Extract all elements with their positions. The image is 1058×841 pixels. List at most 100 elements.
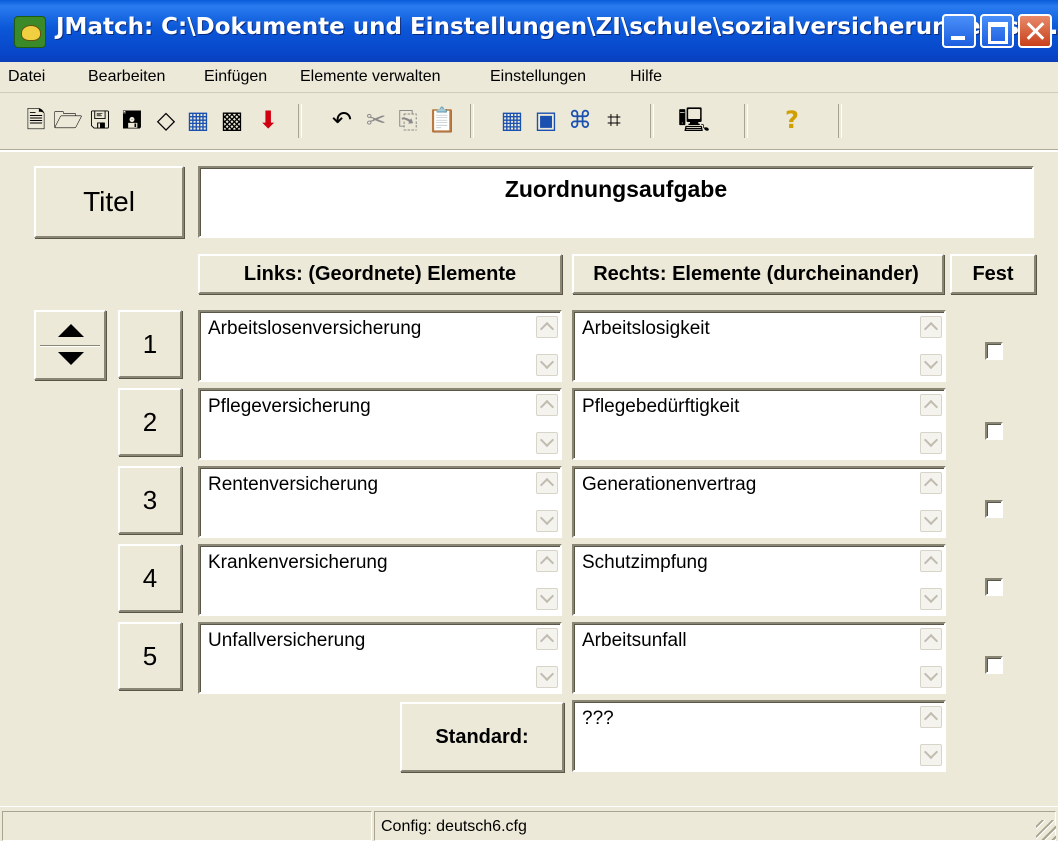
menu-bearbeiten[interactable]: Bearbeiten [88,68,165,86]
scroll-up-icon[interactable] [920,472,942,494]
new-file-icon[interactable]: 🗎 [20,104,52,136]
vertical-scrollbar[interactable] [536,626,558,690]
right-element-3[interactable]: Generationenvertrag [572,466,946,538]
fixed-checkbox-1[interactable] [985,342,1003,360]
scroll-down-icon[interactable] [920,744,942,766]
cut-icon[interactable]: ✂ [360,104,392,136]
right-element-text: Arbeitslosigkeit [582,318,710,339]
left-element-text: Krankenversicherung [208,552,388,573]
scroll-down-icon[interactable] [536,588,558,610]
title-label-button[interactable]: Titel [34,166,184,238]
left-element-5[interactable]: Unfallversicherung [198,622,562,694]
crossword-icon[interactable]: ▦ [496,104,528,136]
maximize-button[interactable] [980,14,1014,48]
link-icon[interactable]: ⌘ [564,104,596,136]
save-icon[interactable]: 🖫 [84,104,116,136]
scroll-down-icon[interactable] [536,510,558,532]
title-bar[interactable]: JMatch: C:\Dokumente und Einstellungen\Z… [0,0,1058,62]
export-web-alt-icon[interactable]: ▩ [216,104,248,136]
vertical-scrollbar[interactable] [920,626,942,690]
scroll-down-icon[interactable] [920,354,942,376]
paste-icon[interactable]: 📋 [426,104,458,136]
row-scroll-buttons [34,310,106,380]
vertical-scrollbar[interactable] [536,314,558,378]
vertical-scrollbar[interactable] [536,470,558,534]
vertical-scrollbar[interactable] [536,548,558,612]
fixed-checkbox-2[interactable] [985,422,1003,440]
toolbar-separator [838,104,842,138]
link-alt-icon[interactable]: ⌗ [598,104,630,136]
scroll-down-icon[interactable] [920,666,942,688]
scroll-up-icon[interactable] [920,550,942,572]
close-button[interactable] [1018,14,1052,48]
resize-grip-icon[interactable] [1036,820,1056,840]
row-number-3[interactable]: 3 [118,466,182,534]
row-number-4[interactable]: 4 [118,544,182,612]
export-web-icon[interactable]: ▦ [182,104,214,136]
undo-icon[interactable]: ↶ [326,104,358,136]
scroll-up-icon[interactable] [536,628,558,650]
left-element-text: Rentenversicherung [208,474,379,495]
right-element-5[interactable]: Arbeitsunfall [572,622,946,694]
right-element-4[interactable]: Schutzimpfung [572,544,946,616]
left-element-4[interactable]: Krankenversicherung [198,544,562,616]
help-icon[interactable]: ? [776,104,808,136]
save-as-icon[interactable]: 🖪 [116,104,148,136]
move-up-icon[interactable] [58,324,84,337]
menu-datei[interactable]: Datei [8,68,45,86]
jmatch-window: JMatch: C:\Dokumente und Einstellungen\Z… [0,0,1058,841]
menu-elemente-verwalten[interactable]: Elemente verwalten [300,68,441,86]
vertical-scrollbar[interactable] [920,704,942,768]
right-element-1[interactable]: Arbeitslosigkeit [572,310,946,382]
scroll-up-icon[interactable] [920,628,942,650]
row-number-5[interactable]: 5 [118,622,182,690]
scroll-up-icon[interactable] [536,472,558,494]
fixed-checkbox-3[interactable] [985,500,1003,518]
fixed-checkbox-5[interactable] [985,656,1003,674]
toolbar-separator [298,104,302,138]
scroll-up-icon[interactable] [920,316,942,338]
scroll-up-icon[interactable] [920,706,942,728]
scroll-down-icon[interactable] [920,432,942,454]
fixed-checkbox-4[interactable] [985,578,1003,596]
default-distractor-field[interactable]: ??? [572,700,946,772]
menu-hilfe[interactable]: Hilfe [630,68,662,86]
vertical-scrollbar[interactable] [920,314,942,378]
scroll-down-icon[interactable] [536,666,558,688]
scroll-down-icon[interactable] [920,588,942,610]
scroll-divider [40,345,100,347]
default-distractor-text: ??? [582,708,614,729]
scroll-up-icon[interactable] [536,394,558,416]
row-number-1[interactable]: 1 [118,310,182,378]
app-icon[interactable] [14,16,46,48]
vertical-scrollbar[interactable] [920,548,942,612]
right-element-text: Pflegebedürftigkeit [582,396,740,417]
scroll-down-icon[interactable] [920,510,942,532]
left-element-3[interactable]: Rentenversicherung [198,466,562,538]
scroll-down-icon[interactable] [536,354,558,376]
move-down-icon[interactable] [58,352,84,365]
row-number-2[interactable]: 2 [118,388,182,456]
minimize-button[interactable] [942,14,976,48]
vertical-scrollbar[interactable] [920,470,942,534]
default-label-button[interactable]: Standard: [400,702,564,772]
vertical-scrollbar[interactable] [536,392,558,456]
toolbar: 🗎 🗁 🖫 🖪 ◇ ▦ ▩ ⬇ ↶ ✂ ⎘ 📋 ▦ ▣ ⌘ ⌗ 🖳 ? [0,94,1058,152]
open-folder-icon[interactable]: 🗁 [52,104,84,136]
image-icon[interactable]: ▣ [530,104,562,136]
right-element-2[interactable]: Pflegebedürftigkeit [572,388,946,460]
title-field[interactable]: Zuordnungsaufgabe [198,166,1034,238]
vertical-scrollbar[interactable] [920,392,942,456]
scroll-up-icon[interactable] [536,550,558,572]
left-element-1[interactable]: Arbeitslosenversicherung [198,310,562,382]
scroll-down-icon[interactable] [536,432,558,454]
copy-icon[interactable]: ⎘ [392,104,424,136]
arrow-down-icon[interactable]: ⬇ [252,104,284,136]
left-element-2[interactable]: Pflegeversicherung [198,388,562,460]
eraser-icon[interactable]: ◇ [150,104,182,136]
monitor-icon[interactable]: 🖳 [678,104,710,136]
menu-einfuegen[interactable]: Einfügen [204,68,267,86]
scroll-up-icon[interactable] [920,394,942,416]
scroll-up-icon[interactable] [536,316,558,338]
menu-einstellungen[interactable]: Einstellungen [490,68,586,86]
